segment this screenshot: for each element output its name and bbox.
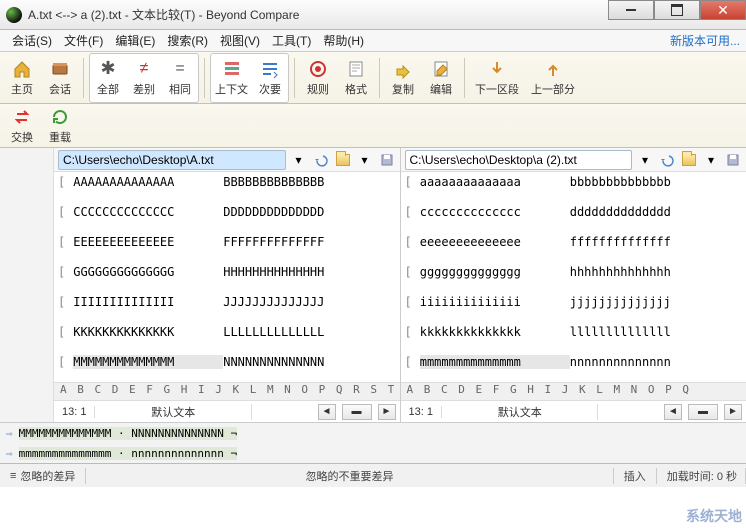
- left-dropdown-icon[interactable]: ▾: [290, 151, 308, 169]
- format-button[interactable]: 格式: [338, 54, 374, 102]
- menu-edit[interactable]: 编辑(E): [109, 30, 161, 51]
- scroll-thumb[interactable]: ▬: [342, 404, 372, 420]
- watermark: 系统天地: [686, 506, 742, 526]
- left-open-icon[interactable]: [334, 151, 352, 169]
- menu-tools[interactable]: 工具(T): [266, 30, 317, 51]
- context-button[interactable]: 上下文: [211, 54, 252, 102]
- diff-line-top: ⇨MMMMMMMMMMMMMM · NNNNNNNNNNNNNN ¬: [0, 423, 746, 443]
- right-open-icon[interactable]: [680, 151, 698, 169]
- right-pos: 13: 1: [401, 406, 442, 418]
- scroll-right-icon[interactable]: ►: [724, 404, 742, 420]
- status-ignored: ≡忽略的差异: [0, 468, 86, 484]
- left-ruler: A B C D E F G H I J K L M N O P Q R S T …: [54, 382, 400, 400]
- text-line[interactable]: [MMMMMMMMMMMMMMNNNNNNNNNNNNNN: [54, 352, 400, 372]
- update-link[interactable]: 新版本可用...: [670, 32, 740, 49]
- right-undo-icon[interactable]: [658, 151, 676, 169]
- window-title: A.txt <--> a (2).txt - 文本比较(T) - Beyond …: [28, 6, 299, 23]
- rules-button[interactable]: 规则: [300, 54, 336, 102]
- menu-help[interactable]: 帮助(H): [317, 30, 370, 51]
- menu-bar: 会话(S) 文件(F) 编辑(E) 搜索(R) 视图(V) 工具(T) 帮助(H…: [0, 30, 746, 52]
- right-path-input[interactable]: [405, 150, 633, 170]
- next-section-button[interactable]: 下一区段: [470, 54, 524, 102]
- left-save-icon[interactable]: [378, 151, 396, 169]
- text-line[interactable]: [kkkkkkkkkkkkkkllllllllllllll: [401, 322, 746, 342]
- text-line[interactable]: [AAAAAAAAAAAAAABBBBBBBBBBBBBB: [54, 172, 400, 192]
- right-more-icon[interactable]: ▾: [702, 151, 720, 169]
- maximize-button[interactable]: [654, 0, 700, 20]
- title-bar: A.txt <--> a (2).txt - 文本比较(T) - Beyond …: [0, 0, 746, 30]
- right-dropdown-icon[interactable]: ▾: [636, 151, 654, 169]
- diff-button[interactable]: ≠差别: [126, 54, 162, 102]
- prev-section-button[interactable]: 上一部分: [526, 54, 580, 102]
- minor-button[interactable]: 次要: [252, 54, 288, 102]
- right-content[interactable]: [aaaaaaaaaaaaaabbbbbbbbbbbbbb [cccccccccc…: [401, 172, 746, 382]
- right-save-icon[interactable]: [724, 151, 742, 169]
- scroll-thumb[interactable]: ▬: [688, 404, 718, 420]
- left-undo-icon[interactable]: [312, 151, 330, 169]
- left-pos: 13: 1: [54, 406, 95, 418]
- workspace: ▾ ▾ [AAAAAAAAAAAAAABBBBBBBBBBBBBB [CCCCCC…: [0, 148, 746, 422]
- menu-search[interactable]: 搜索(R): [161, 30, 214, 51]
- sub-toolbar: 交换 重载: [0, 104, 746, 148]
- menu-file[interactable]: 文件(F): [58, 30, 109, 51]
- app-icon: [6, 7, 22, 23]
- left-more-icon[interactable]: ▾: [356, 151, 374, 169]
- text-line[interactable]: [IIIIIIIIIIIIIIJJJJJJJJJJJJJJ: [54, 292, 400, 312]
- menu-view[interactable]: 视图(V): [214, 30, 266, 51]
- left-path-input[interactable]: [58, 150, 286, 170]
- edit-button[interactable]: 编辑: [423, 54, 459, 102]
- text-line[interactable]: [CCCCCCCCCCCCCCDDDDDDDDDDDDDD: [54, 202, 400, 222]
- text-line[interactable]: [gggggggggggggghhhhhhhhhhhhhh: [401, 262, 746, 282]
- scroll-left-icon[interactable]: ◄: [318, 404, 336, 420]
- right-ruler: A B C D E F G H I J K L M N O P Q: [401, 382, 746, 400]
- text-line[interactable]: [GGGGGGGGGGGGGGHHHHHHHHHHHHHH: [54, 262, 400, 282]
- reload-button[interactable]: 重载: [42, 102, 78, 150]
- right-pane: ▾ ▾ [aaaaaaaaaaaaaabbbbbbbbbbbbbb [cccccc…: [401, 148, 746, 422]
- session-button[interactable]: 会话: [42, 54, 78, 102]
- status-nonimportant: 忽略的不重要差异: [86, 468, 613, 484]
- text-line[interactable]: [ccccccccccccccdddddddddddddd: [401, 202, 746, 222]
- main-toolbar: 主页 会话 ✱全部 ≠差别 =相同 上下文 次要 规则 格式 复制 编辑 下一区…: [0, 52, 746, 104]
- right-path-bar: ▾ ▾: [401, 148, 746, 172]
- overview-gutter[interactable]: [0, 148, 54, 422]
- diff-strip: ⇨MMMMMMMMMMMMMM · NNNNNNNNNNNNNN ¬ ⇨mmmm…: [0, 422, 746, 463]
- status-bar: ≡忽略的差异 忽略的不重要差异 插入 加载时间: 0 秒: [0, 463, 746, 487]
- home-button[interactable]: 主页: [4, 54, 40, 102]
- menu-session[interactable]: 会话(S): [6, 30, 58, 51]
- copy-button[interactable]: 复制: [385, 54, 421, 102]
- status-insert: 插入: [614, 468, 657, 484]
- swap-button[interactable]: 交换: [4, 102, 40, 150]
- left-path-bar: ▾ ▾: [54, 148, 400, 172]
- text-line[interactable]: [aaaaaaaaaaaaaabbbbbbbbbbbbbb: [401, 172, 746, 192]
- text-line[interactable]: [eeeeeeeeeeeeeeffffffffffffff: [401, 232, 746, 252]
- same-button[interactable]: =相同: [162, 54, 198, 102]
- scroll-right-icon[interactable]: ►: [378, 404, 396, 420]
- left-encoding: 默认文本: [95, 404, 252, 420]
- text-line[interactable]: [mmmmmmmmmmmmmmnnnnnnnnnnnnnn: [401, 352, 746, 372]
- status-time: 加载时间: 0 秒: [657, 468, 746, 484]
- close-button[interactable]: ✕: [700, 0, 746, 20]
- text-line[interactable]: [EEEEEEEEEEEEEEFFFFFFFFFFFFFF: [54, 232, 400, 252]
- left-content[interactable]: [AAAAAAAAAAAAAABBBBBBBBBBBBBB [CCCCCCCCCC…: [54, 172, 400, 382]
- right-strip: 13: 1 默认文本 ◄ ▬ ►: [401, 400, 746, 422]
- left-pane: ▾ ▾ [AAAAAAAAAAAAAABBBBBBBBBBBBBB [CCCCCC…: [54, 148, 401, 422]
- minimize-button[interactable]: [608, 0, 654, 20]
- diff-line-bottom: ⇨mmmmmmmmmmmmmm · nnnnnnnnnnnnnn ¬: [0, 443, 746, 463]
- text-line[interactable]: [iiiiiiiiiiiiiijjjjjjjjjjjjjj: [401, 292, 746, 312]
- right-encoding: 默认文本: [442, 404, 599, 420]
- all-button[interactable]: ✱全部: [90, 54, 126, 102]
- scroll-left-icon[interactable]: ◄: [664, 404, 682, 420]
- text-line[interactable]: [KKKKKKKKKKKKKKLLLLLLLLLLLLLL: [54, 322, 400, 342]
- left-strip: 13: 1 默认文本 ◄ ▬ ►: [54, 400, 400, 422]
